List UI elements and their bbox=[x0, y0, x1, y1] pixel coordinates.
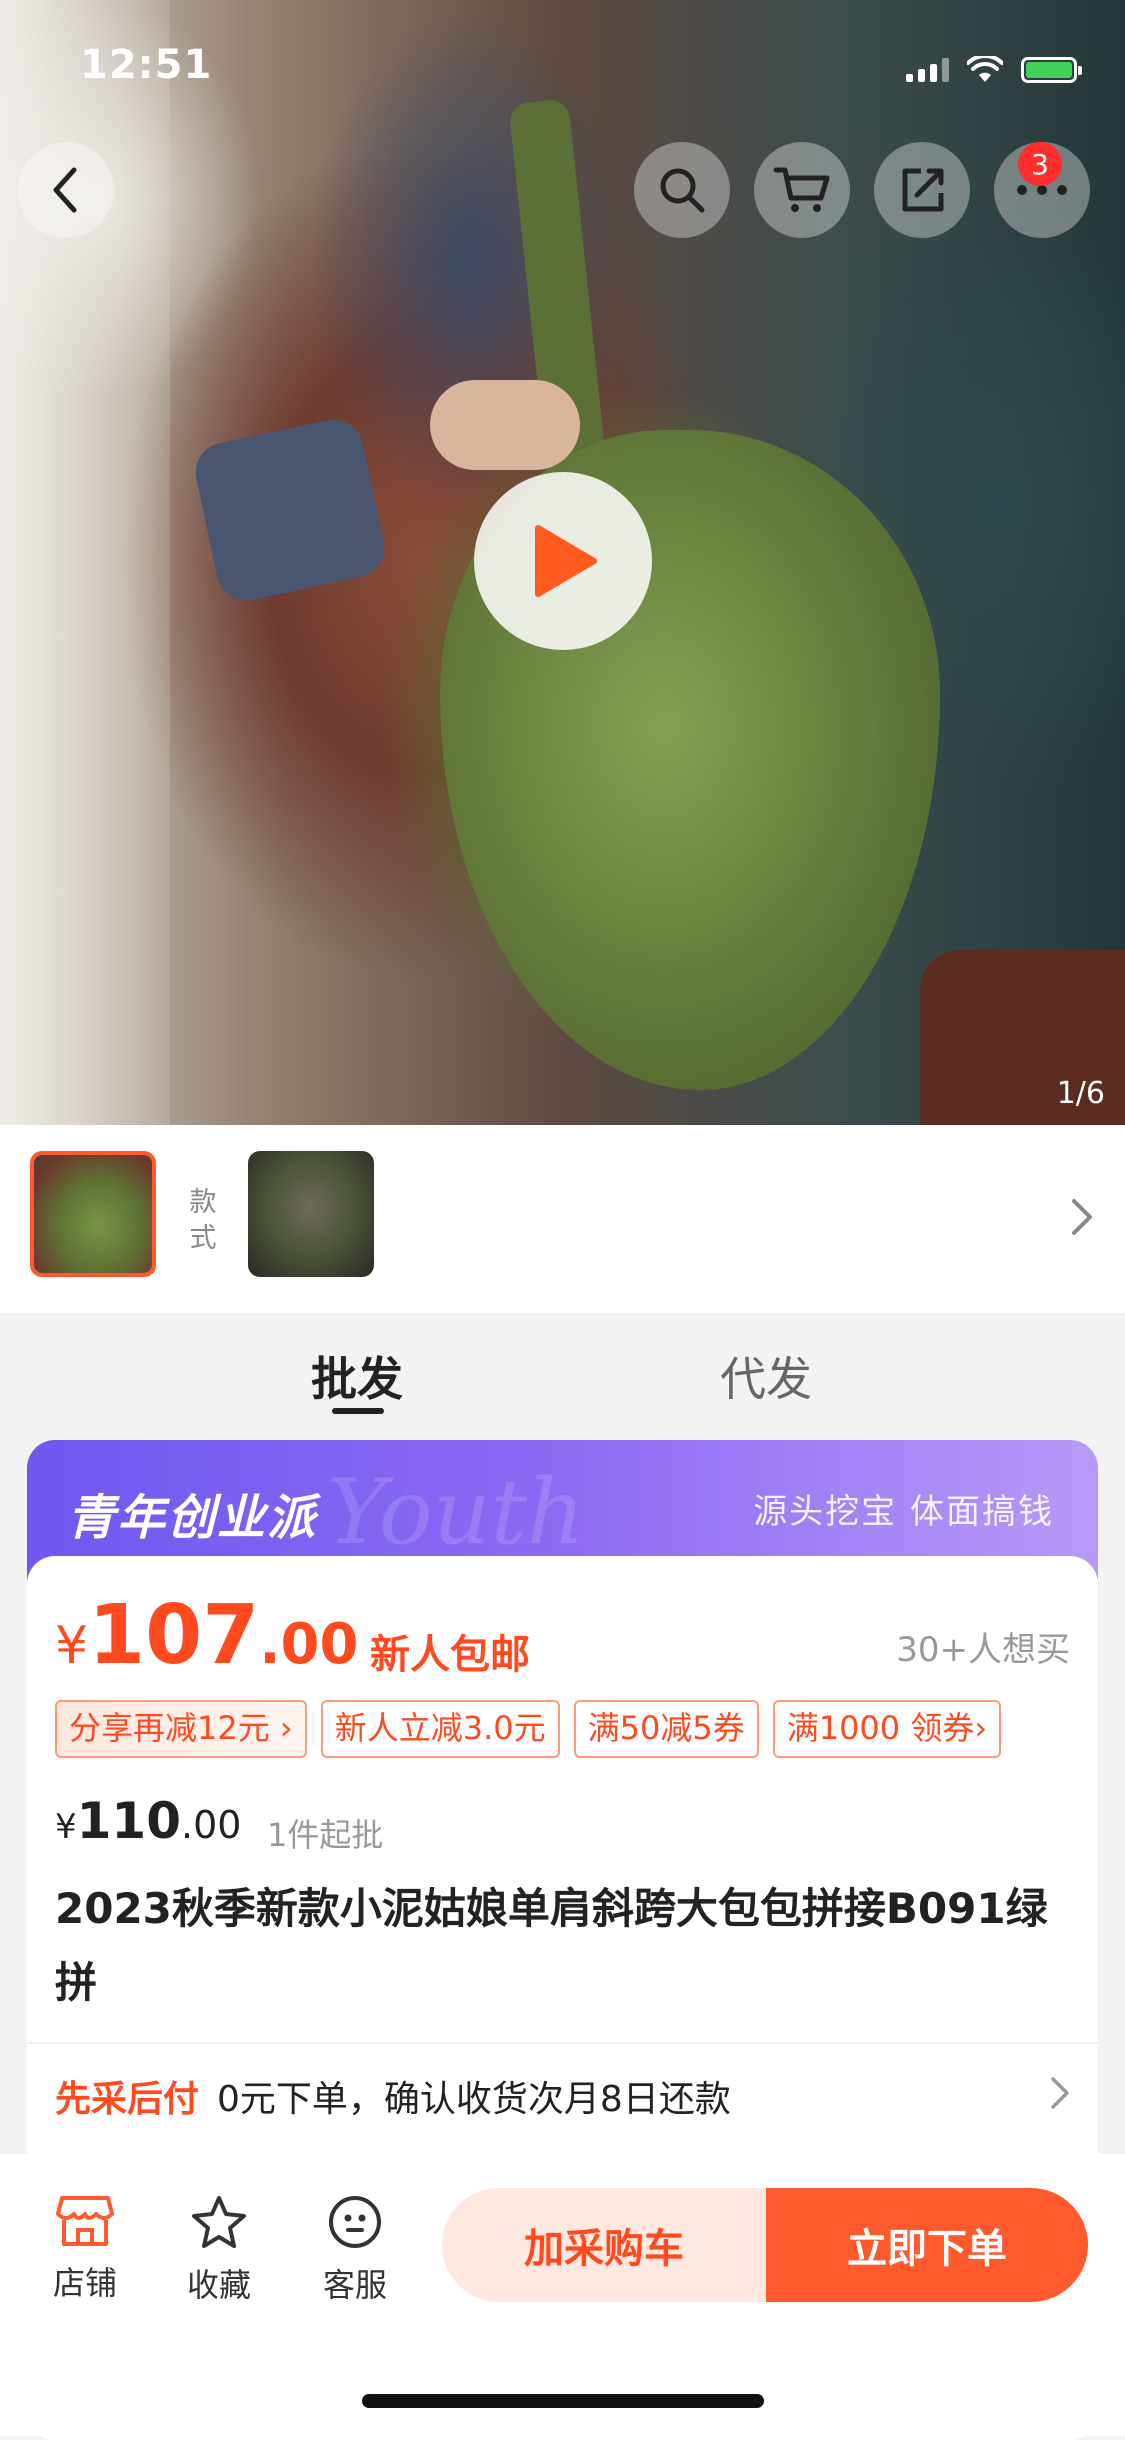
favorite-label: 收藏 bbox=[186, 2266, 251, 2304]
coupon-chip[interactable]: 分享再减12元 › bbox=[55, 1700, 307, 1758]
image-counter: 1/6 bbox=[1056, 1076, 1105, 1111]
coupon-chip[interactable]: 满1000 领券› bbox=[772, 1700, 1002, 1758]
cart-button[interactable] bbox=[754, 142, 850, 238]
back-button[interactable] bbox=[18, 142, 114, 238]
battery-icon bbox=[1021, 57, 1082, 83]
styles-label: 款式 bbox=[189, 1187, 217, 1254]
play-icon bbox=[535, 525, 597, 597]
current-price: ¥107.00 bbox=[55, 1588, 359, 1683]
home-indicator[interactable] bbox=[362, 2394, 764, 2408]
tab-wholesale[interactable]: 批发 bbox=[311, 1343, 403, 1409]
share-button[interactable] bbox=[874, 142, 970, 238]
image-sleeve bbox=[190, 414, 390, 606]
add-to-cart-button[interactable]: 加采购车 bbox=[442, 2188, 766, 2302]
image-hand bbox=[430, 380, 580, 470]
search-button[interactable] bbox=[634, 142, 730, 238]
back-icon bbox=[53, 167, 77, 213]
wifi-icon bbox=[967, 56, 1003, 82]
promo-slogan: 源头挖宝 体面搞钱 bbox=[753, 1492, 1054, 1532]
style-thumb-2[interactable] bbox=[248, 1151, 374, 1277]
notification-badge: 3 bbox=[1018, 142, 1062, 186]
star-icon bbox=[192, 2196, 246, 2248]
play-video-button[interactable] bbox=[474, 472, 652, 650]
status-icons bbox=[906, 54, 1082, 86]
cart-icon bbox=[773, 167, 830, 212]
divider bbox=[27, 2042, 1098, 2044]
wants-count: 30+人想买 bbox=[896, 1630, 1070, 1670]
tab-indicator bbox=[332, 1408, 384, 1414]
promo-watermark: Youth bbox=[327, 1460, 585, 1565]
status-time: 12:51 bbox=[80, 42, 213, 88]
shop-label: 店铺 bbox=[52, 2264, 117, 2302]
product-title: 2023秋季新款小泥姑娘单肩斜跨大包包拼接B091绿拼 bbox=[55, 1884, 1048, 2007]
promo-logo: 青年创业派 bbox=[67, 1490, 318, 1546]
chevron-right-icon[interactable] bbox=[1070, 1197, 1094, 1237]
style-thumbnails: 款式 bbox=[0, 1125, 1125, 1313]
service-label: 客服 bbox=[322, 2266, 387, 2304]
free-shipping-label: 新人包邮 bbox=[370, 1632, 530, 1678]
share-icon bbox=[902, 168, 944, 212]
style-thumb-1[interactable] bbox=[30, 1151, 156, 1277]
pay-later-row[interactable]: 先采后付 0元下单，确认收货次月8日还款 bbox=[55, 2070, 731, 2122]
buy-now-button[interactable]: 立即下单 bbox=[766, 2188, 1088, 2302]
min-order-qty: 1件起批 bbox=[267, 1816, 384, 1854]
pay-later-text: 0元下单，确认收货次月8日还款 bbox=[217, 2079, 731, 2120]
shop-icon bbox=[56, 2196, 114, 2246]
search-icon bbox=[660, 168, 705, 213]
tab-dropship[interactable]: 代发 bbox=[720, 1343, 812, 1409]
coupon-list: 分享再减12元 › 新人立减3.0元 满50减5券 满1000 领券› bbox=[55, 1700, 1098, 1758]
coupon-chip[interactable]: 新人立减3.0元 bbox=[320, 1700, 560, 1758]
original-price: ¥110.00 bbox=[55, 1792, 242, 1850]
favorite-button[interactable]: 收藏 bbox=[174, 2194, 264, 2306]
service-button[interactable]: 客服 bbox=[310, 2194, 400, 2306]
shop-button[interactable]: 店铺 bbox=[40, 2194, 130, 2304]
signal-icon bbox=[906, 58, 949, 82]
customer-service-icon bbox=[329, 2196, 381, 2248]
chevron-right-icon[interactable] bbox=[1050, 2076, 1070, 2110]
tab-bar: 批发 代发 bbox=[0, 1313, 1125, 1433]
pay-later-label: 先采后付 bbox=[55, 2079, 200, 2120]
coupon-chip[interactable]: 满50减5券 bbox=[573, 1700, 759, 1758]
